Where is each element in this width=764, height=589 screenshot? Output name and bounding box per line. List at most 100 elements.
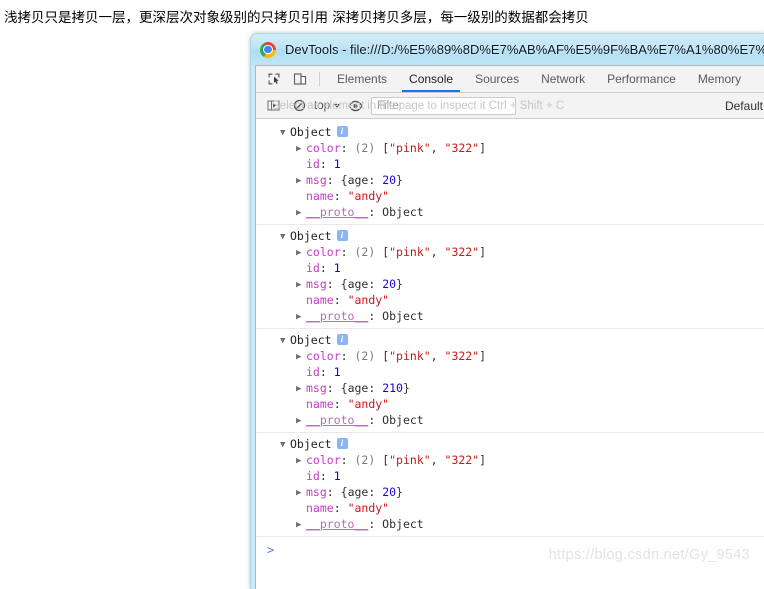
info-badge-icon[interactable]: i — [336, 230, 348, 241]
object-header-row[interactable]: ▼ Object i — [256, 436, 764, 452]
execution-context-selector[interactable]: top — [312, 100, 342, 112]
console-message[interactable]: ▼ Object i ▶ color: (2) ["pink", "322"] id: … — [256, 121, 764, 225]
row-indent-spacer — [296, 501, 306, 517]
property-key: msg — [306, 381, 327, 395]
device-toolbar-icon[interactable] — [287, 66, 313, 92]
property-colon: : — [326, 381, 341, 395]
object-property-row[interactable]: id: 1 — [256, 260, 764, 276]
tab-memory[interactable]: Memory — [687, 66, 752, 92]
object-property-row[interactable]: name: "andy" — [256, 500, 764, 516]
row-indent-spacer — [296, 157, 306, 173]
triangle-right-icon[interactable]: ▶ — [296, 309, 306, 325]
console-message-list[interactable]: ▼ Object i ▶ color: (2) ["pink", "322"] id: … — [256, 121, 764, 589]
object-property-row[interactable]: name: "andy" — [256, 188, 764, 204]
object-property-row[interactable]: name: "andy" — [256, 396, 764, 412]
object-header-row[interactable]: ▼ Object i — [256, 228, 764, 244]
property-value: 1 — [334, 469, 341, 483]
info-badge-icon[interactable]: i — [336, 438, 348, 449]
value-token: Object — [382, 413, 424, 427]
object-property-row[interactable]: name: "andy" — [256, 292, 764, 308]
info-badge-icon[interactable]: i — [336, 334, 348, 345]
property-value: {age: 20} — [341, 173, 403, 187]
tab-network[interactable]: Network — [530, 66, 596, 92]
object-label: Object — [290, 333, 332, 347]
property-value: {age: 20} — [341, 277, 403, 291]
value-token: } — [396, 277, 403, 291]
property-key: id — [306, 365, 320, 379]
tab-console[interactable]: Console — [398, 66, 464, 92]
object-property-row[interactable]: ▶ color: (2) ["pink", "322"] — [256, 244, 764, 260]
live-expression-eye-icon[interactable] — [342, 100, 368, 112]
triangle-right-icon[interactable]: ▶ — [296, 173, 306, 189]
property-colon: : — [333, 397, 348, 411]
object-property-row[interactable]: ▶ msg: {age: 20} — [256, 172, 764, 188]
object-property-row[interactable]: ▶ color: (2) ["pink", "322"] — [256, 452, 764, 468]
value-token: } — [396, 173, 403, 187]
console-message[interactable]: ▼ Object i ▶ color: (2) ["pink", "322"] id: … — [256, 433, 764, 537]
property-colon: : — [340, 141, 355, 155]
property-value: 1 — [334, 157, 341, 171]
value-token: ] — [479, 349, 487, 363]
object-property-row[interactable]: id: 1 — [256, 364, 764, 380]
property-key: __proto__ — [306, 413, 369, 427]
value-token: "andy" — [347, 293, 390, 307]
property-colon: : — [319, 157, 334, 171]
property-key: id — [306, 157, 320, 171]
property-colon: : — [333, 293, 348, 307]
console-message[interactable]: ▼ Object i ▶ color: (2) ["pink", "322"] id: … — [256, 329, 764, 433]
tab-performance[interactable]: Performance — [596, 66, 687, 92]
filter-input[interactable]: Filter — [371, 96, 516, 115]
property-colon: : — [319, 469, 334, 483]
object-property-row[interactable]: ▶ __proto__: Object — [256, 308, 764, 324]
value-token: , — [430, 453, 445, 467]
row-indent-spacer — [296, 397, 306, 413]
info-badge-icon[interactable]: i — [336, 126, 348, 137]
value-token: 20 — [382, 277, 397, 291]
object-property-row[interactable]: id: 1 — [256, 468, 764, 484]
window-title-bar[interactable]: DevTools - file:///D:/%E5%89%8D%E7%AB%AF… — [251, 34, 764, 65]
tab-elements[interactable]: Elements — [326, 66, 398, 92]
triangle-right-icon[interactable]: ▶ — [296, 413, 306, 429]
triangle-down-icon[interactable]: ▼ — [280, 229, 290, 245]
object-property-row[interactable]: ▶ color: (2) ["pink", "322"] — [256, 348, 764, 364]
triangle-right-icon[interactable]: ▶ — [296, 485, 306, 501]
object-property-row[interactable]: ▶ color: (2) ["pink", "322"] — [256, 140, 764, 156]
triangle-right-icon[interactable]: ▶ — [296, 245, 306, 261]
triangle-right-icon[interactable]: ▶ — [296, 517, 306, 533]
triangle-right-icon[interactable]: ▶ — [296, 277, 306, 293]
object-property-row[interactable]: id: 1 — [256, 156, 764, 172]
devtools-window: DevTools - file:///D:/%E5%89%8D%E7%AB%AF… — [250, 33, 764, 589]
value-token: "322" — [444, 141, 480, 155]
triangle-right-icon[interactable]: ▶ — [296, 381, 306, 397]
log-level-selector[interactable]: Default — [725, 99, 763, 113]
property-key: name — [306, 397, 334, 411]
object-property-row[interactable]: ▶ msg: {age: 210} — [256, 380, 764, 396]
triangle-down-icon[interactable]: ▼ — [280, 437, 290, 453]
object-property-row[interactable]: ▶ msg: {age: 20} — [256, 484, 764, 500]
property-colon: : — [368, 309, 383, 323]
object-property-row[interactable]: ▶ __proto__: Object — [256, 412, 764, 428]
triangle-right-icon[interactable]: ▶ — [296, 205, 306, 221]
tab-sources[interactable]: Sources — [464, 66, 530, 92]
object-property-row[interactable]: ▶ msg: {age: 20} — [256, 276, 764, 292]
console-message[interactable]: ▼ Object i ▶ color: (2) ["pink", "322"] id: … — [256, 225, 764, 329]
clear-console-icon[interactable] — [286, 99, 312, 112]
object-label: Object — [290, 437, 332, 451]
triangle-right-icon[interactable]: ▶ — [296, 141, 306, 157]
value-token: "andy" — [347, 189, 390, 203]
object-property-row[interactable]: ▶ __proto__: Object — [256, 204, 764, 220]
console-sidebar-icon[interactable] — [260, 99, 286, 112]
object-header-row[interactable]: ▼ Object i — [256, 332, 764, 348]
triangle-right-icon[interactable]: ▶ — [296, 349, 306, 365]
value-token: , — [430, 349, 445, 363]
triangle-right-icon[interactable]: ▶ — [296, 453, 306, 469]
property-value: {age: 20} — [341, 485, 403, 499]
object-property-row[interactable]: ▶ __proto__: Object — [256, 516, 764, 532]
chevron-down-icon — [334, 103, 340, 108]
inspect-element-icon[interactable] — [261, 66, 287, 92]
property-value: {age: 210} — [341, 381, 410, 395]
triangle-down-icon[interactable]: ▼ — [280, 125, 290, 141]
property-colon: : — [326, 277, 341, 291]
triangle-down-icon[interactable]: ▼ — [280, 333, 290, 349]
object-header-row[interactable]: ▼ Object i — [256, 124, 764, 140]
